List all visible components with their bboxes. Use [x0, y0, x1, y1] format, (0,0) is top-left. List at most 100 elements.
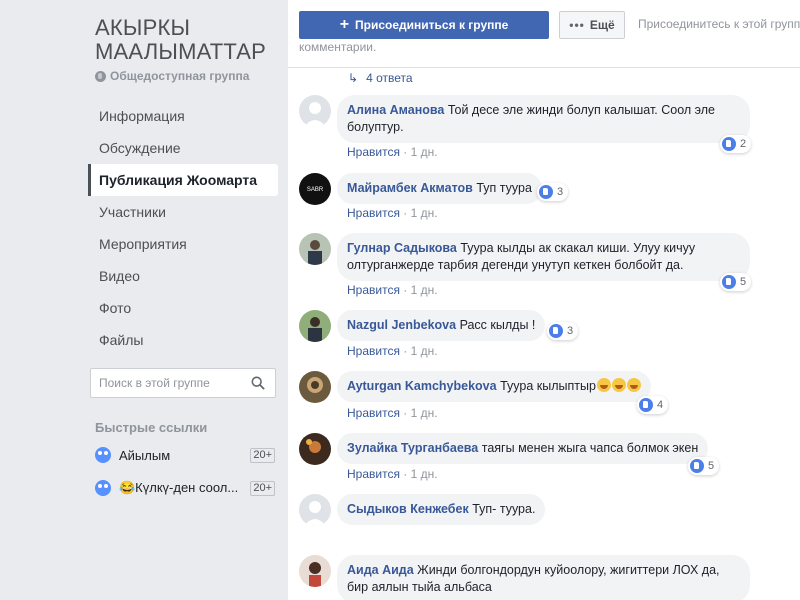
comment-bubble: Зулайка Турганбаева таягы менен жыга чап… — [337, 433, 709, 464]
laughing-emoji-icon — [611, 378, 626, 392]
join-header: + Присоединиться к группе ••• Ещё Присое… — [288, 0, 800, 68]
like-icon — [539, 185, 553, 199]
nav-item-members[interactable]: Участники — [88, 196, 278, 228]
comment-bubble: Алина Аманова Той десе эле жинди болуп к… — [337, 95, 750, 143]
group-icon — [95, 480, 111, 496]
reaction-count[interactable]: 2 — [720, 135, 752, 153]
avatar[interactable] — [299, 95, 331, 127]
comment-bubble: Гулнар Садыкова Туура кылды ак скакал ки… — [337, 233, 750, 281]
comment-bubble: Nazgul Jenbekova Расс кылды ! — [337, 310, 546, 341]
group-search — [90, 368, 276, 398]
plus-icon: + — [339, 16, 350, 33]
globe-icon — [95, 70, 106, 82]
nav-item-events[interactable]: Мероприятия — [88, 228, 278, 260]
group-icon — [95, 447, 111, 463]
comment-text: Туура кылыптыр — [500, 379, 596, 393]
laughing-emoji-icon — [626, 378, 641, 392]
join-group-button[interactable]: + Присоединиться к группе — [299, 11, 549, 39]
comment-bubble: Аида Аида Жинди болгондордун куйоолору, … — [337, 555, 750, 600]
commenter-name[interactable]: Сыдыков Кенжебек — [347, 502, 469, 516]
nav-item-files[interactable]: Файлы — [88, 324, 278, 356]
group-title-line2[interactable]: МААЛЫМАТТАР — [95, 40, 266, 64]
like-link[interactable]: Нравится — [347, 206, 400, 220]
reaction-count[interactable]: 5 — [720, 273, 752, 291]
comment-actions: Нравится · 1 дн. — [347, 344, 438, 358]
comment-actions: Нравится · 1 дн. — [347, 283, 438, 297]
reaction-count[interactable]: 3 — [547, 322, 579, 340]
comment-time[interactable]: 1 дн. — [411, 467, 438, 481]
comment-time[interactable]: 1 дн. — [411, 406, 438, 420]
reaction-number: 4 — [657, 399, 664, 411]
like-link[interactable]: Нравится — [347, 406, 400, 420]
group-privacy-label: Общедоступная группа — [110, 69, 250, 83]
comments-feed: ↳ 4 ответа Алина Аманова Той десе эле жи… — [288, 68, 800, 600]
like-icon — [639, 398, 653, 412]
commenter-name[interactable]: Аида Аида — [347, 563, 414, 577]
like-link[interactable]: Нравится — [347, 283, 400, 297]
reaction-number: 3 — [557, 186, 564, 198]
commenter-name[interactable]: Зулайка Турганбаева — [347, 441, 478, 455]
like-link[interactable]: Нравится — [347, 344, 400, 358]
nav-item-photos[interactable]: Фото — [88, 292, 278, 324]
comment-time[interactable]: 1 дн. — [411, 145, 438, 159]
quick-link-kulku[interactable]: 😂Күлкү-ден соол... 20+ — [95, 478, 275, 498]
commenter-name[interactable]: Nazgul Jenbekova — [347, 318, 456, 332]
commenter-name[interactable]: Алина Аманова — [347, 103, 444, 117]
reaction-count[interactable]: 5 — [688, 457, 720, 475]
like-link[interactable]: Нравится — [347, 145, 400, 159]
reaction-number: 5 — [740, 276, 747, 288]
quick-link-label[interactable]: Айылым — [119, 448, 246, 463]
avatar[interactable]: SABR — [299, 173, 331, 205]
more-button[interactable]: ••• Ещё — [559, 11, 625, 39]
like-link[interactable]: Нравится — [347, 467, 400, 481]
comment-time[interactable]: 1 дн. — [411, 206, 438, 220]
avatar[interactable] — [299, 371, 331, 403]
like-icon — [722, 137, 736, 151]
quick-link-ayylym[interactable]: Айылым 20+ — [95, 445, 275, 465]
comment-time[interactable]: 1 дн. — [411, 283, 438, 297]
commenter-name[interactable]: Майрамбек Акматов — [347, 181, 473, 195]
comment-bubble: Ayturgan Kamchybekova Туура кылыптыр — [337, 371, 651, 402]
avatar[interactable] — [299, 433, 331, 465]
replies-count[interactable]: 4 ответа — [366, 71, 412, 85]
comment-bubble: Сыдыков Кенжебек Туп- туура. — [337, 494, 546, 525]
nav-item-videos[interactable]: Видео — [88, 260, 278, 292]
commenter-name[interactable]: Гулнар Садыкова — [347, 241, 457, 255]
nav-item-discussion[interactable]: Обсуждение — [88, 132, 278, 164]
nav-item-joomart-posts[interactable]: Публикация Жоомарта — [88, 164, 278, 196]
quick-link-badge: 20+ — [250, 480, 275, 496]
quick-links-title: Быстрые ссылки — [95, 420, 208, 435]
quick-link-badge: 20+ — [250, 447, 275, 463]
group-sidebar: АКЫРКЫ МААЛЫМАТТАР Общедоступная группа … — [88, 0, 288, 600]
comment-actions: Нравится · 1 дн. — [347, 406, 438, 420]
group-title-line1[interactable]: АКЫРКЫ — [95, 16, 266, 40]
like-icon — [722, 275, 736, 289]
avatar[interactable] — [299, 555, 331, 587]
search-icon[interactable] — [251, 376, 265, 390]
like-icon — [690, 459, 704, 473]
join-group-label: Присоединиться к группе — [355, 18, 509, 32]
view-replies-link[interactable]: ↳ 4 ответа — [348, 71, 413, 85]
join-hint-continued: комментарии. — [299, 40, 377, 54]
comment-time[interactable]: 1 дн. — [411, 344, 438, 358]
join-hint: Присоединитесь к этой групп — [638, 17, 800, 31]
group-title[interactable]: АКЫРКЫ МААЛЫМАТТАР — [95, 16, 266, 64]
comment-actions: Нравится · 1 дн. — [347, 467, 438, 481]
group-privacy: Общедоступная группа — [95, 69, 249, 83]
comment-text: Расс кылды ! — [459, 318, 536, 332]
reaction-number: 2 — [740, 138, 747, 150]
avatar[interactable] — [299, 233, 331, 265]
laughing-emoji-icon — [596, 378, 611, 392]
comment-text: таягы менен жыга чапса болмок экен — [481, 441, 699, 455]
commenter-name[interactable]: Ayturgan Kamchybekova — [347, 379, 497, 393]
reaction-count[interactable]: 3 — [537, 183, 569, 201]
reply-arrow-icon: ↳ — [348, 71, 359, 85]
avatar[interactable] — [299, 310, 331, 342]
quick-link-label[interactable]: 😂Күлкү-ден соол... — [119, 480, 246, 496]
avatar[interactable] — [299, 494, 331, 526]
more-dots-icon: ••• — [569, 18, 585, 32]
like-icon — [549, 324, 563, 338]
nav-item-info[interactable]: Информация — [88, 100, 278, 132]
reaction-count[interactable]: 4 — [637, 396, 669, 414]
group-search-input[interactable] — [91, 369, 241, 397]
